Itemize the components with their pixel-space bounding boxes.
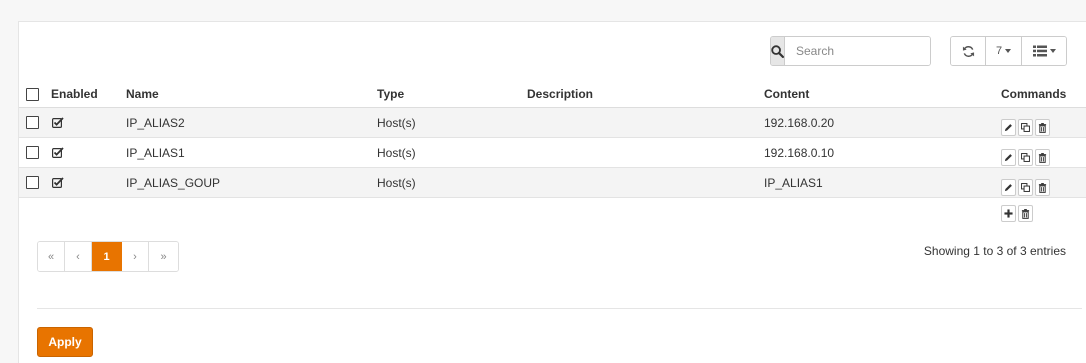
edit-icon xyxy=(1004,124,1012,132)
row-content: IP_ALIAS1 xyxy=(764,175,823,190)
refresh-button[interactable] xyxy=(951,37,986,65)
search-group xyxy=(770,36,931,66)
delete-button[interactable] xyxy=(1035,179,1050,196)
select-all-checkbox[interactable] xyxy=(26,87,39,101)
row-content: 192.168.0.10 xyxy=(764,145,835,160)
header-enabled[interactable]: Enabled xyxy=(51,81,98,107)
header-description[interactable]: Description xyxy=(527,81,593,107)
row-count-dropdown[interactable]: 7 xyxy=(986,37,1022,65)
add-button[interactable] xyxy=(1001,205,1016,222)
row-name: IP_ALIAS2 xyxy=(126,115,185,130)
table-row[interactable]: IP_ALIAS2 Host(s) 192.168.0.20 xyxy=(19,108,1086,138)
row-type: Host(s) xyxy=(377,115,416,130)
chevron-down-icon xyxy=(1005,49,1012,53)
delete-button[interactable] xyxy=(1035,119,1050,136)
row-type: Host(s) xyxy=(377,145,416,160)
column-selector-dropdown[interactable] xyxy=(1022,37,1066,65)
search-input[interactable] xyxy=(785,37,930,65)
copy-button[interactable] xyxy=(1018,179,1033,196)
trash-icon xyxy=(1038,182,1047,193)
edit-button[interactable] xyxy=(1001,119,1016,136)
table-row[interactable]: IP_ALIAS_GOUP Host(s) IP_ALIAS1 xyxy=(19,168,1086,198)
page-last[interactable]: » xyxy=(149,242,178,271)
page-prev[interactable]: ‹ xyxy=(65,242,92,271)
row-name: IP_ALIAS1 xyxy=(126,145,185,160)
trash-icon xyxy=(1021,208,1030,219)
pagination: « ‹ 1 › » xyxy=(37,241,179,272)
row-count-value: 7 xyxy=(995,45,1003,57)
search-button[interactable] xyxy=(771,37,785,65)
row-content: 192.168.0.20 xyxy=(764,115,835,130)
page-current[interactable]: 1 xyxy=(92,242,122,271)
list-columns-icon xyxy=(1032,45,1047,57)
edit-button[interactable] xyxy=(1001,149,1016,166)
chevron-down-icon xyxy=(1049,49,1056,53)
aliases-table: Enabled Name Type Description Content Co… xyxy=(19,81,1086,198)
row-type: Host(s) xyxy=(377,175,416,190)
row-select-checkbox[interactable] xyxy=(26,116,39,129)
divider xyxy=(37,308,1082,309)
trash-icon xyxy=(1038,152,1047,163)
table-footer-commands xyxy=(1001,205,1035,222)
search-icon xyxy=(771,44,784,58)
copy-button[interactable] xyxy=(1018,119,1033,136)
row-name: IP_ALIAS_GOUP xyxy=(126,175,221,190)
copy-icon xyxy=(1021,183,1030,192)
edit-button[interactable] xyxy=(1001,179,1016,196)
aliases-panel: 7 Enabled Name Type Description Content … xyxy=(18,21,1086,363)
header-type[interactable]: Type xyxy=(377,81,404,107)
apply-button[interactable]: Apply xyxy=(37,327,93,357)
checked-box-icon[interactable] xyxy=(52,117,64,128)
checked-box-icon[interactable] xyxy=(52,177,64,188)
plus-icon xyxy=(1004,209,1013,218)
header-name[interactable]: Name xyxy=(126,81,159,107)
refresh-icon xyxy=(962,45,974,57)
checked-box-icon[interactable] xyxy=(52,147,64,158)
trash-icon xyxy=(1038,122,1047,133)
edit-icon xyxy=(1004,184,1012,192)
table-row[interactable]: IP_ALIAS1 Host(s) 192.168.0.10 xyxy=(19,138,1086,168)
header-content[interactable]: Content xyxy=(764,81,809,107)
page-next[interactable]: › xyxy=(122,242,149,271)
grid-toolbar: 7 xyxy=(950,36,1067,66)
row-select-checkbox[interactable] xyxy=(26,146,39,159)
entries-info: Showing 1 to 3 of 3 entries xyxy=(923,244,1066,258)
edit-icon xyxy=(1004,154,1012,162)
delete-selected-button[interactable] xyxy=(1018,205,1033,222)
delete-button[interactable] xyxy=(1035,149,1050,166)
page-first[interactable]: « xyxy=(38,242,65,271)
copy-icon xyxy=(1021,153,1030,162)
row-select-checkbox[interactable] xyxy=(26,176,39,189)
copy-icon xyxy=(1021,123,1030,132)
copy-button[interactable] xyxy=(1018,149,1033,166)
table-header: Enabled Name Type Description Content Co… xyxy=(19,81,1086,108)
header-commands: Commands xyxy=(1001,87,1067,101)
